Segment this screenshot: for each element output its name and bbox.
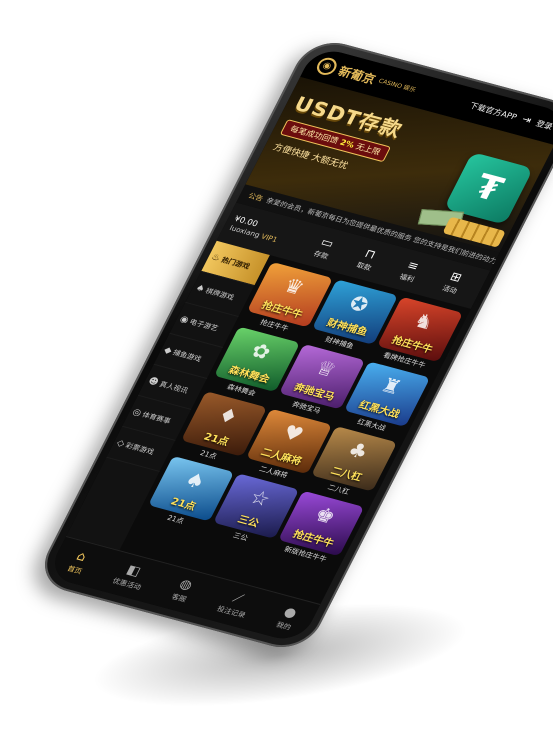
- game-art-icon: ♣: [343, 437, 373, 464]
- game-art-icon: ☆: [245, 484, 275, 512]
- game-badge: 抢庄牛牛: [259, 300, 305, 321]
- quick-action-2[interactable]: ≡ 福利: [397, 257, 423, 284]
- quick-action-label: 存款: [312, 249, 330, 261]
- tab-4[interactable]: ● 我的: [274, 604, 300, 632]
- game-badge: 三公: [235, 514, 261, 530]
- game-art-icon: ♠: [180, 467, 210, 494]
- tab-label: 我的: [274, 620, 293, 632]
- tab-label: 投注记录: [215, 604, 247, 620]
- category-label: 热门游戏: [220, 255, 252, 271]
- vip-badge[interactable]: VIP1: [260, 233, 279, 244]
- game-badge: 抢庄牛牛: [290, 529, 336, 550]
- home-icon: ⌂: [73, 549, 89, 565]
- logo-text: 新葡京: [336, 63, 379, 87]
- quick-action-label: 福利: [397, 272, 416, 284]
- chart-icon: ⟋: [229, 590, 246, 608]
- category-label: 电子游艺: [188, 317, 220, 333]
- game-badge: 二人麻将: [258, 447, 304, 468]
- game-art-icon: ♥: [278, 419, 308, 447]
- game-art-icon: ♞: [409, 307, 439, 335]
- category-label: 彩票游戏: [124, 441, 156, 456]
- banner-offer-rate: 2%: [338, 137, 356, 150]
- game-art-icon: ♕: [311, 355, 341, 382]
- notice-label: 公告: [246, 191, 265, 203]
- user-icon: ●: [281, 604, 300, 622]
- banner-offer-prefix: 每笔成功回馈: [288, 124, 340, 146]
- gift-icon: ◧: [123, 562, 144, 580]
- quick-action-3[interactable]: ⊞ 活动: [440, 269, 466, 296]
- game-badge: 财神捕鱼: [324, 317, 370, 339]
- phone-frame: ◉ 新葡京 CASINO 娱乐 下载官方APP ⇥ 登录 USDT存款 每笔成功…: [32, 35, 553, 655]
- category-label: 捕鱼游戏: [171, 348, 203, 363]
- tab-label: 客服: [170, 592, 188, 604]
- tab-label: 首页: [65, 564, 84, 576]
- app-screen: ◉ 新葡京 CASINO 娱乐 下载官方APP ⇥ 登录 USDT存款 每笔成功…: [45, 45, 553, 645]
- card-icon: ⊓: [362, 246, 379, 262]
- game-badge: 21点: [168, 496, 198, 513]
- gift-icon: ⊞: [447, 269, 465, 285]
- category-label: 体育赛事: [140, 410, 173, 426]
- tab-0[interactable]: ⌂ 首页: [65, 548, 91, 576]
- quick-action-label: 活动: [440, 284, 459, 296]
- game-art-icon: ♛: [279, 273, 309, 300]
- tab-label: 优惠活动: [111, 576, 143, 592]
- game-art-icon: ♦: [213, 402, 243, 430]
- chat-icon: ◍: [176, 576, 195, 594]
- game-art-icon: ♚: [310, 501, 340, 529]
- logo-emblem-icon: ◉: [313, 55, 340, 77]
- game-badge: 抢庄牛牛: [389, 335, 435, 356]
- wallet-icon: ▭: [318, 234, 337, 251]
- game-badge: 二八杠: [328, 465, 364, 484]
- game-badge: 森林舞会: [226, 364, 272, 386]
- banner-offer-suffix: 无上限: [354, 142, 383, 157]
- category-label: 棋牌游戏: [204, 286, 236, 302]
- phone-mockup: ◉ 新葡京 CASINO 娱乐 下载官方APP ⇥ 登录 USDT存款 每笔成功…: [0, 0, 553, 734]
- tab-3[interactable]: ⟋ 投注记录: [215, 588, 255, 620]
- game-name: 21点: [165, 513, 186, 526]
- login-icon[interactable]: ⇥: [520, 114, 533, 126]
- quick-action-label: 取款: [355, 261, 373, 273]
- game-name: 21点: [198, 449, 219, 461]
- logo-subtext: CASINO 娱乐: [377, 77, 418, 94]
- game-badge: 红黑大战: [356, 399, 402, 421]
- game-art-icon: ♜: [376, 372, 406, 400]
- quick-action-1[interactable]: ⊓ 取款: [355, 246, 381, 273]
- tab-2[interactable]: ◍ 客服: [170, 576, 196, 604]
- quick-action-0[interactable]: ▭ 存款: [312, 234, 338, 261]
- game-badge: 奔驰宝马: [291, 382, 337, 403]
- game-art-icon: ✪: [345, 290, 374, 317]
- download-app-link[interactable]: 下载官方APP: [468, 100, 520, 122]
- list-icon: ≡: [404, 257, 422, 274]
- game-name: 三公: [231, 531, 250, 543]
- category-label: 真人视讯: [158, 379, 190, 395]
- main-content: ♨ 热门游戏 ♠ 棋牌游戏 ◉ 电子游艺 ◆ 捕鱼游戏 ☻ 真人视讯 ◎ 体育赛事 ◇ 彩票游戏 ♛ 抢庄牛…: [66, 240, 471, 604]
- game-art-icon: ✿: [247, 337, 276, 365]
- game-badge: 21点: [201, 431, 231, 449]
- login-link[interactable]: 登录: [534, 118, 553, 132]
- tab-1[interactable]: ◧ 优惠活动: [111, 561, 151, 593]
